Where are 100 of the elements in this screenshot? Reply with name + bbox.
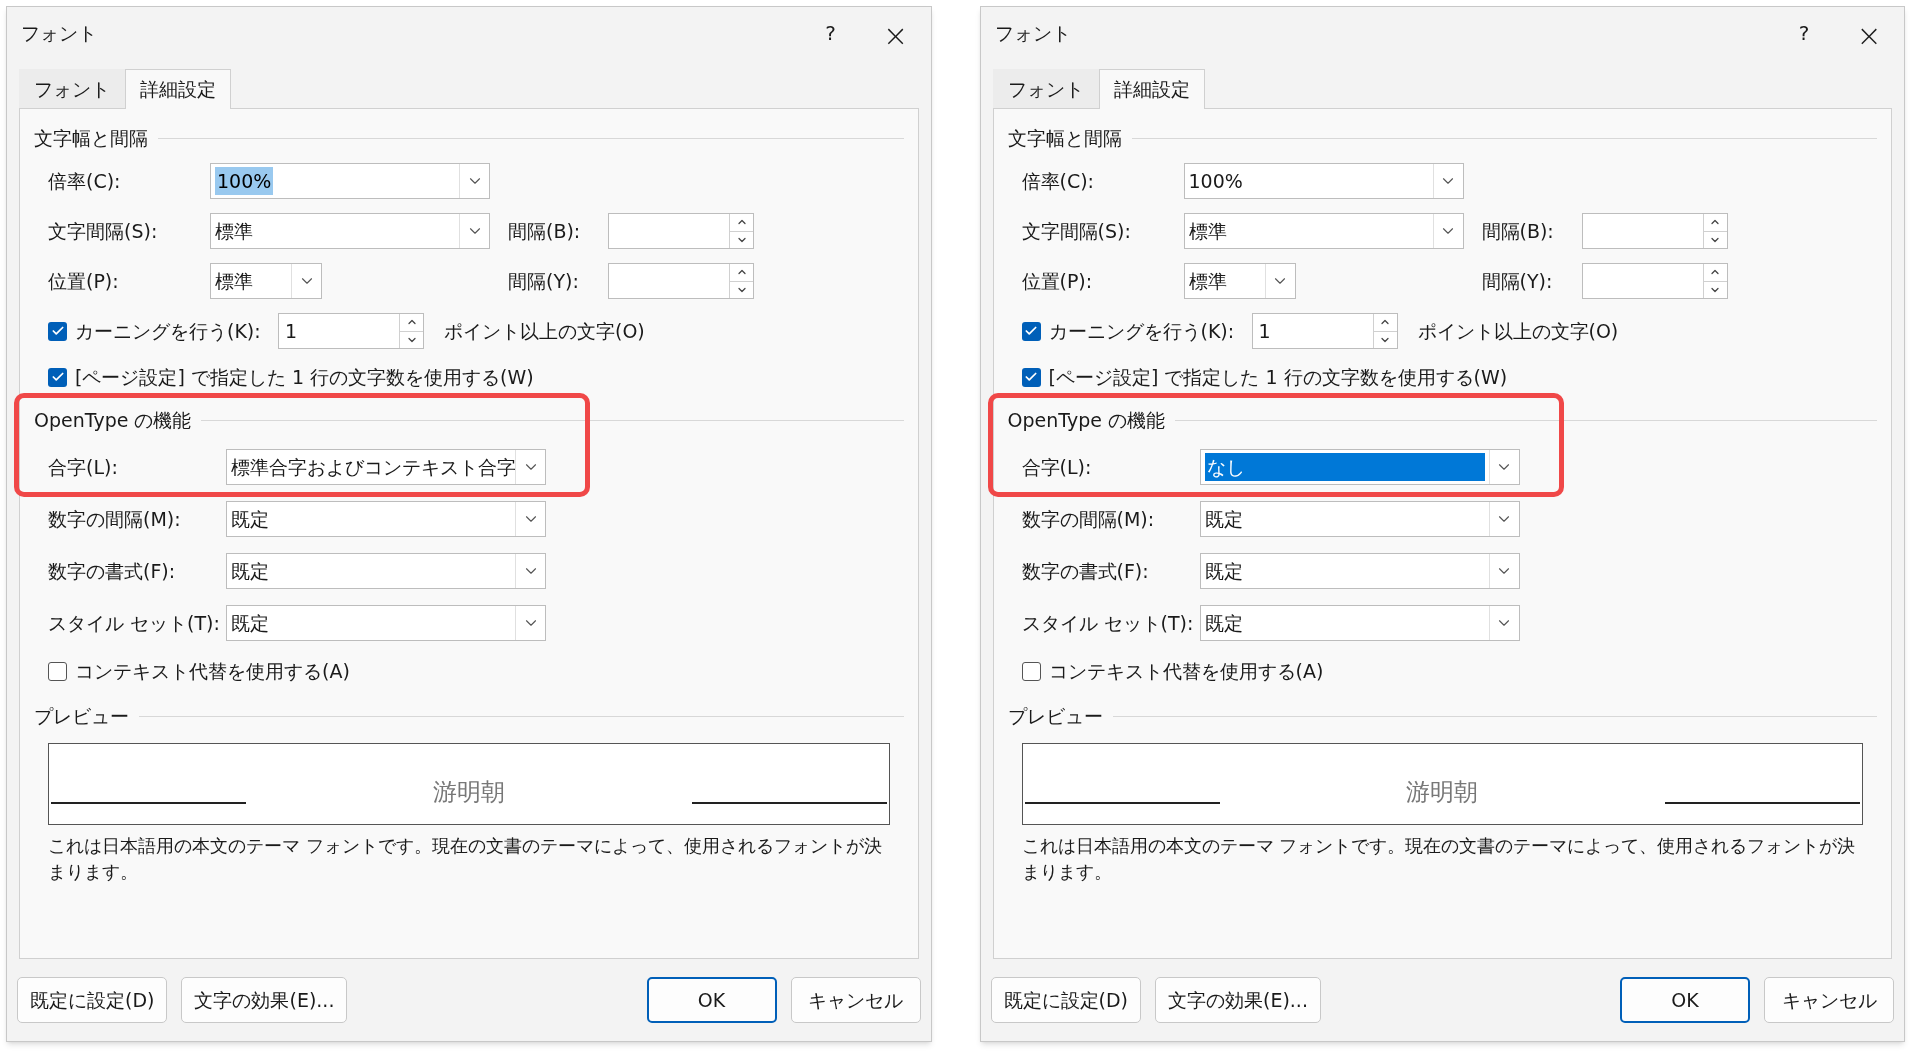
checkbox-label: [ページ設定] で指定した 1 行の文字数を使用する(W): [75, 364, 534, 390]
field-label: 倍率(C):: [1021, 168, 1095, 194]
field-label: 間隔(B):: [1481, 218, 1555, 244]
field-label: スタイル セット(T):: [1021, 610, 1195, 636]
dropdown-value: 標準: [1188, 218, 1227, 244]
field-label: 合字(L):: [1021, 454, 1093, 480]
field-label: 数字の書式(F):: [48, 558, 177, 584]
checkbox-label: コンテキスト代替を使用する(A): [1048, 658, 1324, 684]
spin-field[interactable]: [1581, 263, 1728, 299]
dropdown[interactable]: 既定: [226, 605, 546, 641]
group-heading: 文字幅と間隔: [1007, 125, 1122, 151]
tab[interactable]: 詳細設定: [1098, 69, 1205, 109]
dropdown-value: 標準: [215, 268, 253, 294]
field-label: 位置(P):: [48, 268, 120, 294]
field-label: 間隔(Y):: [1481, 268, 1554, 294]
dialog-button[interactable]: 既定に設定(D): [17, 977, 168, 1023]
group-heading: OpenType の機能: [1007, 407, 1165, 433]
dropdown[interactable]: 標準: [1183, 213, 1464, 249]
dropdown[interactable]: 100%: [1183, 163, 1464, 199]
field-label: ポイント以上の文字(O): [1417, 318, 1619, 344]
checkbox-label: カーニングを行う(K):: [1048, 318, 1236, 344]
dropdown-value: 標準合字およびコンテキスト合字: [231, 454, 516, 480]
check-icon: [50, 370, 65, 384]
field-label: 文字間隔(S):: [1021, 218, 1132, 244]
dropdown[interactable]: 既定: [226, 553, 546, 589]
dropdown-value: 既定: [1204, 506, 1243, 532]
tab[interactable]: 詳細設定: [125, 69, 231, 109]
checkbox[interactable]: [48, 367, 67, 387]
spin-value: 1: [285, 319, 298, 342]
dropdown[interactable]: 標準: [210, 213, 490, 249]
check-icon: [1024, 370, 1038, 384]
field-label: 位置(P):: [1021, 268, 1094, 294]
dropdown-value: なし: [1204, 452, 1485, 482]
field-label: 数字の間隔(M):: [48, 506, 182, 532]
check-icon: [50, 324, 65, 338]
group-heading: OpenType の機能: [34, 407, 192, 433]
field-label: 倍率(C):: [48, 168, 122, 194]
dropdown[interactable]: 既定: [226, 501, 546, 537]
dropdown-value: 既定: [1204, 558, 1243, 584]
spin-field[interactable]: [1581, 213, 1728, 249]
window-title: フォント: [21, 20, 98, 46]
group-heading: 文字幅と間隔: [34, 125, 148, 151]
preview-sample: 游明朝: [1406, 780, 1479, 804]
group-heading: プレビュー: [34, 703, 129, 729]
tab[interactable]: フォント: [19, 69, 125, 109]
dropdown[interactable]: 標準: [1183, 263, 1296, 299]
close-button[interactable]: ×: [1834, 13, 1904, 53]
spin-field[interactable]: [608, 213, 754, 249]
tab[interactable]: フォント: [992, 69, 1099, 109]
dropdown[interactable]: 既定: [1199, 501, 1520, 537]
checkbox[interactable]: [1021, 367, 1041, 387]
field-label: ポイント以上の文字(O): [444, 318, 645, 344]
dropdown[interactable]: 100%: [210, 163, 490, 199]
dropdown-value: 既定: [231, 558, 269, 584]
preview-description: これは日本語用の本文のテーマ フォントです。現在の文書のテーマによって、使用されるフォントが決まります。: [48, 834, 883, 884]
dropdown[interactable]: なし: [1199, 449, 1520, 485]
checkbox[interactable]: [48, 321, 67, 341]
dropdown-value: 100%: [1188, 168, 1243, 194]
preview-sample: 游明朝: [432, 780, 505, 804]
dropdown[interactable]: 既定: [1199, 553, 1520, 589]
field-label: 数字の間隔(M):: [1021, 506, 1156, 532]
dialog-button[interactable]: キャンセル: [790, 977, 921, 1023]
checkbox-label: コンテキスト代替を使用する(A): [75, 658, 350, 684]
close-button[interactable]: ×: [860, 13, 931, 53]
check-icon: [1024, 324, 1038, 338]
spin-value: 1: [1258, 319, 1271, 342]
dialog-button[interactable]: 文字の効果(E)...: [181, 977, 348, 1023]
dialog-button[interactable]: 文字の効果(E)...: [1154, 977, 1321, 1023]
preview-description: これは日本語用の本文のテーマ フォントです。現在の文書のテーマによって、使用されるフォントが決まります。: [1021, 834, 1857, 884]
dropdown[interactable]: 標準: [210, 263, 322, 299]
field-label: 数字の書式(F):: [1021, 558, 1150, 584]
dropdown-value: 標準: [215, 218, 253, 244]
field-label: 間隔(B):: [508, 218, 582, 244]
spin-field[interactable]: [608, 263, 754, 299]
checkbox[interactable]: [1021, 661, 1041, 681]
field-label: スタイル セット(T):: [48, 610, 221, 636]
help-button[interactable]: ?: [800, 13, 861, 53]
dropdown[interactable]: 標準合字およびコンテキスト合字: [226, 449, 546, 485]
window-title: フォント: [994, 20, 1072, 46]
dialog-button[interactable]: OK: [646, 977, 777, 1023]
checkbox[interactable]: [1021, 321, 1041, 341]
field-label: 合字(L):: [48, 454, 119, 480]
dropdown[interactable]: 既定: [1199, 605, 1520, 641]
checkbox-label: [ページ設定] で指定した 1 行の文字数を使用する(W): [1048, 364, 1508, 390]
group-heading: プレビュー: [1007, 703, 1103, 729]
dropdown-value: 100%: [215, 166, 274, 196]
dialog-button[interactable]: キャンセル: [1764, 977, 1894, 1023]
dropdown-value: 既定: [231, 610, 269, 636]
field-label: 間隔(Y):: [508, 268, 580, 294]
dropdown-value: 標準: [1188, 268, 1227, 294]
field-label: 文字間隔(S):: [48, 218, 159, 244]
dropdown-value: 既定: [231, 506, 269, 532]
checkbox-label: カーニングを行う(K):: [75, 318, 262, 344]
checkbox[interactable]: [48, 661, 67, 681]
spin-field[interactable]: 1: [1251, 313, 1398, 349]
spin-field[interactable]: 1: [278, 313, 424, 349]
help-button[interactable]: ?: [1774, 13, 1834, 53]
dropdown-value: 既定: [1204, 610, 1243, 636]
dialog-button[interactable]: OK: [1620, 977, 1750, 1023]
dialog-button[interactable]: 既定に設定(D): [990, 977, 1141, 1023]
